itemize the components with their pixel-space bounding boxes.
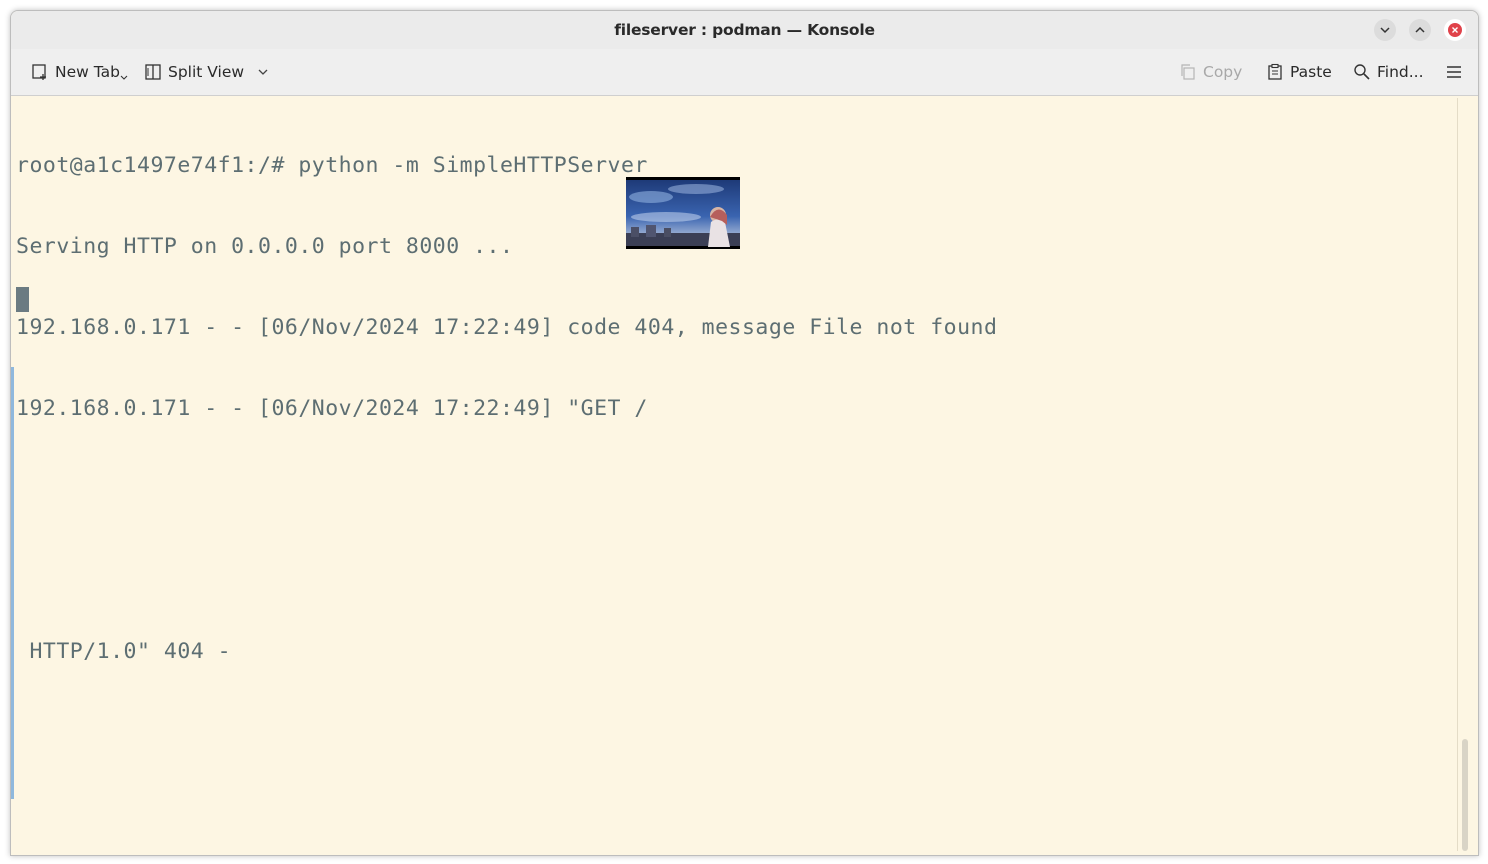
terminal-cursor [16,287,29,312]
close-icon [1448,23,1462,37]
new-tab-button[interactable]: New Tab [27,56,132,88]
main-toolbar: New Tab Split View Copy Paste Find... [11,49,1478,96]
terminal-view[interactable]: root@a1c1497e74f1:/# python -m SimpleHTT… [11,96,1478,855]
find-label: Find... [1377,63,1424,81]
split-view-button[interactable]: Split View [140,56,274,88]
split-view-icon [145,64,161,80]
scrollbar-thumb[interactable] [1462,739,1468,851]
terminal-scrollbar[interactable] [1457,98,1470,851]
terminal-line: Serving HTTP on 0.0.0.0 port 8000 ... [16,234,514,259]
active-view-indicator [11,367,14,799]
chevron-up-icon [1415,26,1425,33]
window-title: fileserver : podman — Konsole [614,21,875,39]
search-icon [1354,64,1370,80]
chevron-down-icon [258,69,268,75]
terminal-line: 192.168.0.171 - - [06/Nov/2024 17:22:49]… [16,315,998,340]
copy-button[interactable]: Copy [1175,56,1246,88]
konsole-window: fileserver : podman — Konsole New Tab Sp… [10,10,1479,856]
new-tab-icon [32,64,46,80]
paste-label: Paste [1290,63,1332,81]
terminal-line: root@a1c1497e74f1:/# python -m SimpleHTT… [16,153,648,178]
paste-icon [1268,63,1282,80]
terminal-line: 192.168.0.171 - - [06/Nov/2024 17:22:49]… [16,396,648,421]
terminal-output: root@a1c1497e74f1:/# python -m SimpleHTT… [16,98,997,719]
window-controls [1374,19,1466,41]
chevron-down-icon [1380,27,1390,34]
copy-label: Copy [1203,63,1243,81]
split-view-label: Split View [168,63,245,81]
close-button[interactable] [1444,19,1466,41]
inline-image-thumbnail [626,177,740,249]
paste-button[interactable]: Paste [1262,56,1336,88]
title-bar[interactable]: fileserver : podman — Konsole [11,11,1478,49]
terminal-line: HTTP/1.0" 404 - [16,639,232,664]
hamburger-menu-button[interactable] [1441,56,1467,88]
anime-sky-image [626,180,740,247]
hamburger-menu-icon [1447,66,1461,78]
new-tab-label: New Tab [55,63,120,81]
copy-icon [1181,64,1195,80]
maximize-button[interactable] [1409,19,1431,41]
minimize-button[interactable] [1374,19,1396,41]
find-button[interactable]: Find... [1349,56,1428,88]
dropdown-arrow-icon [120,75,128,80]
